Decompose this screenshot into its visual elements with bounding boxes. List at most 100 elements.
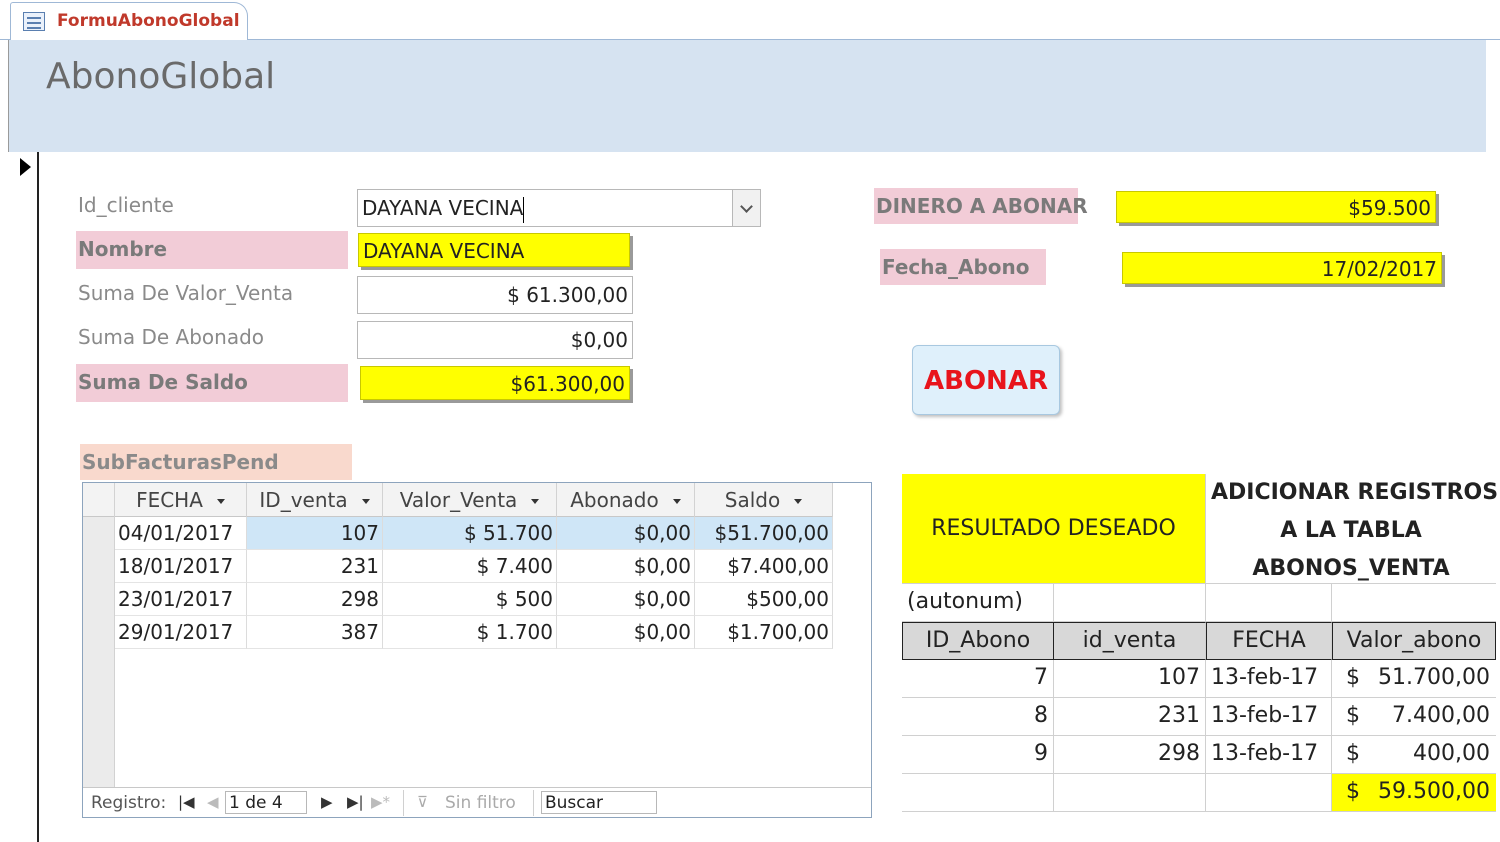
sort-arrow-icon — [361, 499, 370, 504]
id-cliente-value: DAYANA VECINA — [362, 196, 524, 220]
cell-abonado[interactable]: $0,00 — [557, 517, 695, 550]
cell-id-venta[interactable]: 298 — [247, 583, 383, 616]
cell-fecha[interactable]: 04/01/2017 — [115, 517, 247, 550]
column-header-fecha[interactable]: FECHA — [115, 483, 247, 517]
tab-label: FormuAbonoGlobal — [57, 11, 240, 31]
column-header-valor-venta[interactable]: Valor_Venta — [383, 483, 557, 517]
empty-cell — [1054, 774, 1206, 812]
fecha-abono-label: Fecha_Abono — [880, 249, 1046, 285]
cell-saldo[interactable]: $500,00 — [695, 583, 833, 616]
add-title-line: A LA TABLA — [1280, 518, 1422, 543]
sheet-cell-id-venta: 298 — [1054, 736, 1206, 774]
record-nav-label: Registro: — [91, 793, 167, 813]
current-record-input[interactable]: 1 de 4 — [225, 791, 307, 814]
filter-icon[interactable]: ⊽ — [417, 793, 428, 811]
cell-valor-venta[interactable]: $ 51.700 — [383, 517, 557, 550]
previous-record-icon[interactable]: ◀ — [207, 793, 219, 811]
column-header-label: Valor_Venta — [399, 488, 518, 512]
column-header-label: Abonado — [570, 488, 659, 512]
empty-cell — [1054, 584, 1206, 622]
sheet-cell-fecha: 13-feb-17 — [1206, 660, 1332, 698]
id-cliente-combobox[interactable]: DAYANA VECINA — [357, 189, 761, 227]
resultado-deseado-cell: RESULTADO DESEADO — [902, 474, 1206, 584]
currency-symbol: $ — [1346, 741, 1360, 766]
subfacturaspend-datasheet: FECHA ID_venta Valor_Venta Abonado Saldo… — [82, 482, 872, 818]
empty-cell — [1332, 584, 1496, 622]
next-record-icon[interactable]: ▶ — [321, 793, 333, 811]
table-row[interactable]: 29/01/2017 387 $ 1.700 $0,00 $1.700,00 — [115, 616, 833, 649]
nombre-field[interactable]: DAYANA VECINA — [358, 233, 630, 267]
cell-id-venta[interactable]: 107 — [247, 517, 383, 550]
suma-saldo-label: Suma De Saldo — [76, 364, 348, 402]
search-input[interactable]: Buscar — [541, 791, 657, 814]
document-tab-bar: FormuAbonoGlobal — [0, 0, 1500, 41]
record-navigation-bar: Registro: |◀ ◀ 1 de 4 ▶ ▶| ▶* ⊽ Sin filt… — [83, 787, 871, 817]
currency-symbol: $ — [1346, 703, 1360, 728]
cell-fecha[interactable]: 23/01/2017 — [115, 583, 247, 616]
cell-abonado[interactable]: $0,00 — [557, 550, 695, 583]
new-record-icon[interactable]: ▶* — [371, 793, 390, 811]
table-row[interactable]: 23/01/2017 298 $ 500 $0,00 $500,00 — [115, 583, 833, 616]
row-selector-column[interactable] — [83, 517, 115, 787]
sheet-cell-valor-abono: $51.700,00 — [1332, 660, 1496, 698]
nav-divider — [403, 790, 404, 816]
cell-saldo[interactable]: $1.700,00 — [695, 616, 833, 649]
cell-id-venta[interactable]: 231 — [247, 550, 383, 583]
fecha-abono-field[interactable]: 17/02/2017 — [1122, 252, 1442, 284]
cell-valor-venta[interactable]: $ 500 — [383, 583, 557, 616]
sheet-cell-fecha: 13-feb-17 — [1206, 698, 1332, 736]
add-title-line: ABONOS_VENTA — [1252, 556, 1450, 581]
column-header-saldo[interactable]: Saldo — [695, 483, 833, 517]
column-header-id-venta[interactable]: ID_venta — [247, 483, 383, 517]
sort-arrow-icon — [531, 499, 540, 504]
cell-saldo[interactable]: $51.700,00 — [695, 517, 833, 550]
sheet-total-cell: $59.500,00 — [1332, 774, 1496, 812]
suma-abonado-label: Suma De Abonado — [78, 325, 265, 349]
cell-abonado[interactable]: $0,00 — [557, 583, 695, 616]
suma-valor-venta-field[interactable]: $ 61.300,00 — [357, 276, 633, 314]
amount: 51.700,00 — [1378, 665, 1490, 690]
table-row[interactable]: 18/01/2017 231 $ 7.400 $0,00 $7.400,00 — [115, 550, 833, 583]
sort-arrow-icon — [794, 499, 803, 504]
select-all-corner[interactable] — [83, 483, 115, 517]
sheet-header-fecha: FECHA — [1206, 622, 1332, 660]
nombre-label: Nombre — [76, 231, 348, 269]
filter-status[interactable]: Sin filtro — [445, 793, 516, 813]
sheet-cell-valor-abono: $400,00 — [1332, 736, 1496, 774]
sheet-cell-id-abono: 7 — [902, 660, 1054, 698]
suma-abonado-field[interactable]: $0,00 — [357, 321, 633, 359]
cell-id-venta[interactable]: 387 — [247, 616, 383, 649]
sheet-cell-valor-abono: $7.400,00 — [1332, 698, 1496, 736]
cell-saldo[interactable]: $7.400,00 — [695, 550, 833, 583]
dinero-abonar-field[interactable]: $59.500 — [1116, 191, 1436, 223]
text-cursor — [523, 196, 525, 223]
sheet-cell-fecha: 13-feb-17 — [1206, 736, 1332, 774]
sheet-cell-id-abono: 9 — [902, 736, 1054, 774]
add-title-line: ADICIONAR REGISTROS — [1211, 480, 1499, 505]
form-title: AbonoGlobal — [46, 56, 276, 97]
abonar-button[interactable]: ABONAR — [912, 345, 1060, 415]
cell-fecha[interactable]: 29/01/2017 — [115, 616, 247, 649]
table-row[interactable]: 04/01/2017 107 $ 51.700 $0,00 $51.700,00 — [115, 517, 833, 550]
first-record-icon[interactable]: |◀ — [178, 793, 195, 811]
sort-arrow-icon — [216, 499, 225, 504]
record-selector[interactable] — [8, 152, 39, 842]
sheet-header-id-abono: ID_Abono — [902, 622, 1054, 660]
cell-abonado[interactable]: $0,00 — [557, 616, 695, 649]
suma-saldo-field[interactable]: $61.300,00 — [360, 366, 630, 400]
tab-formu-abono-global[interactable]: FormuAbonoGlobal — [10, 2, 248, 41]
dropdown-chevron-icon[interactable] — [732, 190, 760, 226]
autonum-note: (autonum) — [902, 584, 1054, 622]
suma-valor-venta-label: Suma De Valor_Venta — [78, 281, 294, 305]
column-header-label: ID_venta — [259, 488, 348, 512]
last-record-icon[interactable]: ▶| — [347, 793, 364, 811]
id-cliente-label: Id_cliente — [78, 193, 174, 217]
total-amount: 59.500,00 — [1378, 779, 1490, 804]
cell-valor-venta[interactable]: $ 7.400 — [383, 550, 557, 583]
datasheet-header-row: FECHA ID_venta Valor_Venta Abonado Saldo — [83, 483, 833, 517]
column-header-abonado[interactable]: Abonado — [557, 483, 695, 517]
empty-cell — [1206, 584, 1332, 622]
cell-valor-venta[interactable]: $ 1.700 — [383, 616, 557, 649]
cell-fecha[interactable]: 18/01/2017 — [115, 550, 247, 583]
empty-cell — [902, 774, 1054, 812]
